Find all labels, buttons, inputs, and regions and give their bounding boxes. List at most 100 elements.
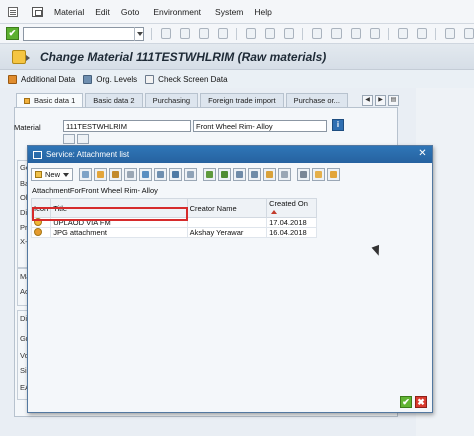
new-attachment-button[interactable]: New: [31, 168, 74, 181]
layout-icon[interactable]: [312, 168, 326, 181]
object-services-icon[interactable]: [12, 49, 30, 64]
previous-page-icon[interactable]: [331, 28, 342, 39]
save-icon[interactable]: [160, 28, 171, 39]
attachment-type-cell: [30, 227, 52, 238]
find-next-icon[interactable]: [284, 28, 295, 39]
layout-icon[interactable]: [463, 28, 474, 39]
check-screen-data-icon: [145, 74, 155, 84]
column-header-created-on[interactable]: Created On: [266, 198, 317, 218]
attachment-creator-cell: Akshay Yerawar: [186, 227, 268, 238]
edit-icon[interactable]: [94, 168, 108, 181]
export-list-icon[interactable]: [327, 168, 341, 181]
app-icon[interactable]: [32, 6, 43, 17]
long-text-icon[interactable]: [77, 134, 89, 144]
toolbar-separator: [150, 27, 152, 40]
dialog-title-bar: Service: Attachment list ✕: [28, 146, 432, 163]
check-screen-data-label: Check Screen Data: [158, 74, 228, 84]
org-levels-icon: [83, 74, 93, 84]
display-icon[interactable]: [79, 168, 93, 181]
tab-basic-data-1[interactable]: Basic data 1: [16, 93, 84, 107]
tab-basic-data-2[interactable]: Basic data 2: [85, 93, 143, 107]
attachment-icon[interactable]: [63, 134, 75, 144]
delete-icon[interactable]: [124, 168, 138, 181]
attachment-list-dialog: Service: Attachment list ✕ New Attachmen…: [27, 145, 433, 413]
find-icon[interactable]: [233, 168, 247, 181]
material-label: Material: [14, 123, 41, 132]
new-icon: [35, 171, 42, 178]
menu-icon[interactable]: [8, 6, 18, 17]
sort-ascending-icon[interactable]: [203, 168, 217, 181]
last-page-icon[interactable]: [369, 28, 380, 39]
find-icon[interactable]: [265, 28, 276, 39]
menu-material[interactable]: Material: [54, 7, 84, 17]
find-next-icon[interactable]: [248, 168, 262, 181]
additional-data-label: Additional Data: [21, 74, 76, 84]
menu-help[interactable]: Help: [254, 7, 271, 17]
tab-list-icon[interactable]: ▤: [388, 95, 399, 106]
close-icon[interactable]: ✕: [417, 149, 428, 160]
selection-highlight: [32, 207, 188, 221]
created-on-label: Created On: [269, 199, 308, 208]
tab-foreign-trade-import[interactable]: Foreign trade import: [200, 93, 284, 107]
details-icon[interactable]: [169, 168, 183, 181]
command-toolbar: ✔: [0, 24, 474, 44]
table-row[interactable]: JPG attachment Akshay Yerawar 16.04.2018: [30, 227, 317, 238]
field-label: Si: [20, 366, 27, 375]
image-attachment-icon: [34, 228, 42, 236]
menu-goto[interactable]: Goto: [121, 7, 139, 17]
org-levels-button[interactable]: Org. Levels: [83, 74, 138, 84]
material-icons: [63, 134, 91, 144]
exit-icon[interactable]: [198, 28, 210, 39]
sort-indicator-icon: [271, 210, 278, 214]
tab-purchase-order[interactable]: Purchase or...: [285, 93, 348, 107]
org-levels-label: Org. Levels: [96, 74, 138, 84]
command-field[interactable]: [22, 26, 144, 41]
attachment-list-subtitle: AttachmentForFront Wheel Rim- Alloy: [32, 186, 158, 195]
export-icon[interactable]: [139, 168, 153, 181]
tab-purchasing[interactable]: Purchasing: [144, 93, 199, 107]
additional-data-button[interactable]: Additional Data: [8, 74, 76, 84]
dialog-toolbar: New: [31, 168, 341, 181]
sum-icon[interactable]: [278, 168, 292, 181]
tab-strip: Basic data 1 Basic data 2 Purchasing For…: [16, 93, 416, 107]
next-page-icon[interactable]: [350, 28, 361, 39]
change-icon[interactable]: [109, 168, 123, 181]
material-description-field[interactable]: Front Wheel Rim- Alloy: [193, 120, 327, 132]
menu-edit[interactable]: Edit: [95, 7, 110, 17]
cancel-button[interactable]: ✖: [415, 396, 427, 408]
new-session-icon[interactable]: [397, 28, 408, 39]
filter-icon[interactable]: [263, 168, 277, 181]
toolbar-separator: [387, 27, 389, 40]
menu-bar: Material Edit Goto Environment System He…: [0, 0, 474, 24]
toolbar-separator: [302, 27, 304, 40]
title-bar: Change Material 111TESTWHLRIM (Raw mater…: [0, 44, 474, 70]
print-icon[interactable]: [246, 28, 257, 39]
print-icon[interactable]: [297, 168, 311, 181]
back-icon[interactable]: [179, 28, 190, 39]
column-header-creator[interactable]: Creator Name: [186, 198, 268, 218]
info-icon[interactable]: i: [332, 119, 344, 131]
page-title: Change Material 111TESTWHLRIM (Raw mater…: [40, 49, 327, 64]
confirm-button[interactable]: ✔: [400, 396, 412, 408]
zoom-icon[interactable]: [184, 168, 198, 181]
enter-icon[interactable]: ✔: [6, 27, 19, 40]
application-toolbar: Additional Data Org. Levels Check Screen…: [0, 70, 474, 88]
command-dropdown-icon[interactable]: [133, 26, 143, 41]
help-icon[interactable]: [444, 28, 455, 39]
tab-status-icon: [24, 98, 30, 104]
attachment-creator-cell: [186, 217, 268, 228]
attachment-title-cell[interactable]: JPG attachment: [50, 227, 188, 238]
check-screen-data-button[interactable]: Check Screen Data: [145, 74, 228, 84]
shortcut-icon[interactable]: [416, 28, 427, 39]
toolbar-separator: [236, 27, 238, 40]
menu-environment[interactable]: Environment: [153, 7, 201, 17]
tab-scroll-right-icon[interactable]: ▶: [375, 95, 386, 106]
material-number-field[interactable]: 111TESTWHLRIM: [63, 120, 191, 132]
menu-system[interactable]: System: [215, 7, 243, 17]
import-icon[interactable]: [154, 168, 168, 181]
cancel-icon[interactable]: [218, 28, 229, 39]
tab-scroll-left-icon[interactable]: ◀: [362, 95, 373, 106]
attachment-date-cell: 16.04.2018: [266, 227, 317, 238]
first-page-icon[interactable]: [312, 28, 323, 39]
sort-descending-icon[interactable]: [218, 168, 232, 181]
